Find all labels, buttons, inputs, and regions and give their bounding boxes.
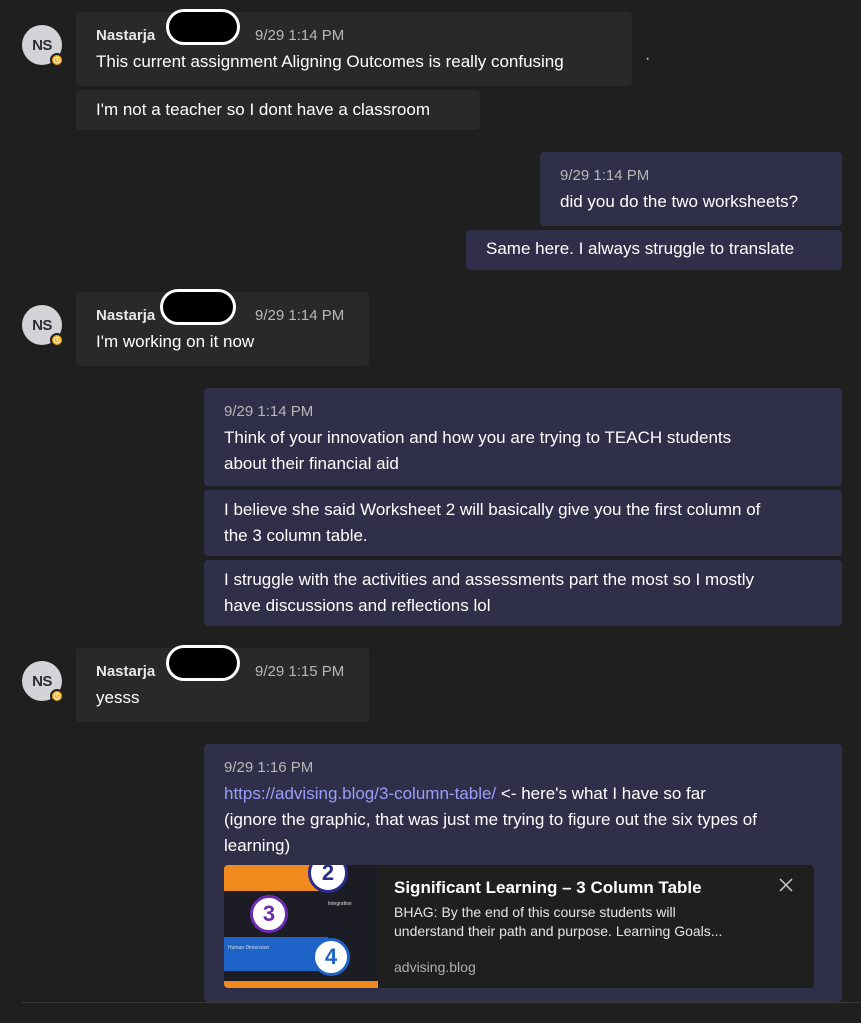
link-preview-card[interactable]: 2 3 4 Integration Human Dimension Signif… — [224, 865, 814, 988]
message-text: I struggle with the activities and asses… — [224, 570, 755, 589]
avatar-initials: NS — [32, 36, 52, 54]
avatar[interactable]: NS — [22, 305, 64, 347]
message-text: Same here. I always struggle to translat… — [486, 239, 795, 258]
message-timestamp: 9/29 1:14 PM — [255, 307, 345, 324]
sender-name: Nastarja — [96, 663, 156, 680]
message-text: learning) — [224, 836, 291, 855]
avatar-initials: NS — [32, 672, 52, 690]
divider — [22, 1002, 861, 1003]
message-text: (ignore the graphic, that was just me tr… — [224, 810, 757, 829]
graphic-label: Integration — [328, 901, 352, 907]
message-timestamp: 9/29 1:14 PM — [224, 403, 314, 420]
message-bubble[interactable]: 9/29 1:14 PM did you do the two workshee… — [540, 152, 842, 226]
message-bubble[interactable]: Nastarja 9/29 1:14 PM I'm working on it … — [76, 289, 369, 366]
redaction-mark — [160, 289, 236, 325]
graphic-number: 4 — [312, 938, 350, 976]
message-bubble[interactable]: I struggle with the activities and asses… — [204, 560, 842, 626]
message-text: Think of your innovation and how you are… — [224, 428, 732, 447]
message-text: yesss — [96, 688, 140, 707]
message-text: did you do the two worksheets? — [560, 192, 799, 211]
avatar-initials: NS — [32, 316, 52, 334]
message-bubble[interactable]: Same here. I always struggle to translat… — [466, 230, 842, 270]
stray-mark: · — [645, 50, 651, 67]
message-text: have discussions and reflections lol — [224, 596, 491, 615]
close-preview-button[interactable] — [774, 873, 798, 897]
url-link[interactable]: https://advising.blog/3-column-table/ — [224, 784, 496, 803]
sender-name: Nastarja — [96, 27, 156, 44]
message-bubble[interactable]: Nastarja 9/29 1:14 PM This current assig… — [76, 9, 632, 86]
message-timestamp: 9/29 1:14 PM — [560, 167, 650, 184]
message-timestamp: 9/29 1:15 PM — [255, 663, 345, 680]
message-text: the 3 column table. — [224, 526, 368, 545]
preview-title[interactable]: Significant Learning – 3 Column Table — [394, 878, 702, 898]
message-text: https://advising.blog/3-column-table/ <-… — [224, 781, 706, 807]
sender-name: Nastarja — [96, 307, 156, 324]
message-bubble[interactable]: Nastarja 9/29 1:15 PM yesss — [76, 645, 369, 722]
preview-description: BHAG: By the end of this course students… — [394, 904, 676, 920]
message-text: This current assignment Aligning Outcome… — [96, 52, 564, 71]
avatar[interactable]: NS — [22, 25, 64, 67]
close-icon — [779, 878, 793, 892]
message-text: I believe she said Worksheet 2 will basi… — [224, 500, 761, 519]
message-text: about their financial aid — [224, 454, 399, 473]
avatar[interactable]: NS — [22, 661, 64, 703]
away-clock-icon — [50, 333, 64, 347]
message-timestamp: 9/29 1:14 PM — [255, 27, 345, 44]
message-text: I'm not a teacher so I dont have a class… — [96, 100, 430, 119]
away-clock-icon — [50, 689, 64, 703]
redaction-mark — [166, 9, 240, 45]
message-bubble[interactable]: I believe she said Worksheet 2 will basi… — [204, 490, 842, 556]
preview-description: understand their path and purpose. Learn… — [394, 923, 723, 939]
link-trailing-text: <- here's what I have so far — [496, 784, 706, 803]
message-timestamp: 9/29 1:16 PM — [224, 759, 314, 776]
message-bubble[interactable]: 9/29 1:16 PM https://advising.blog/3-col… — [204, 744, 842, 1002]
preview-thumbnail: 2 3 4 Integration Human Dimension — [224, 865, 378, 988]
message-bubble[interactable]: I'm not a teacher so I dont have a class… — [76, 90, 480, 130]
message-bubble[interactable]: 9/29 1:14 PM Think of your innovation an… — [204, 388, 842, 486]
preview-domain: advising.blog — [394, 959, 476, 975]
message-text: I'm working on it now — [96, 332, 255, 351]
away-clock-icon — [50, 53, 64, 67]
graphic-number: 3 — [250, 895, 288, 933]
redaction-mark — [166, 645, 240, 681]
graphic-label: Human Dimension — [228, 945, 270, 951]
